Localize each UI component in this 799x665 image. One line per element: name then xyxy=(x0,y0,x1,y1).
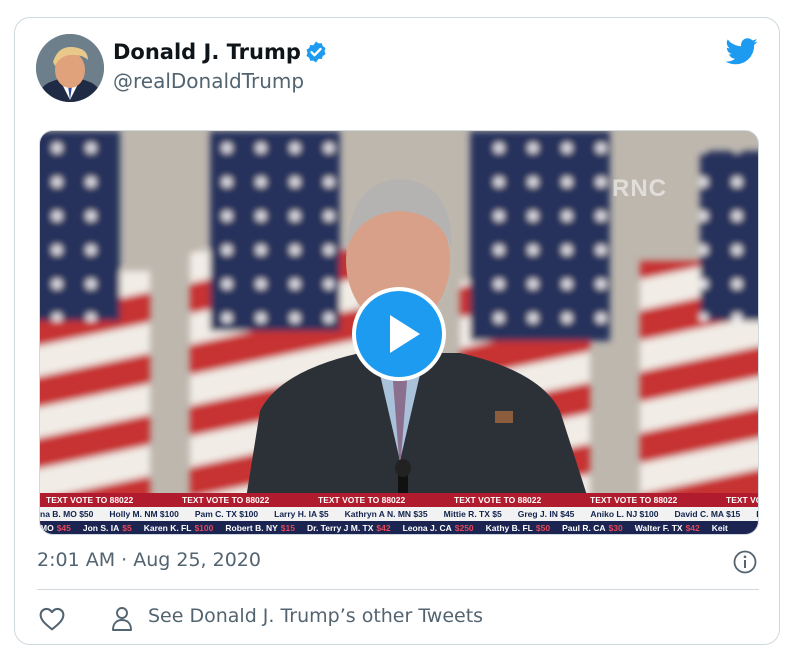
donor-entry: Mittie R. TX $5 xyxy=(443,509,502,519)
donor-amount: $15 xyxy=(280,523,295,533)
donor-name: Jon S. IA xyxy=(82,523,120,533)
donor-amount: $5 xyxy=(122,523,132,533)
donor-entry: Jon S. IA $5 xyxy=(82,521,132,534)
heart-icon[interactable] xyxy=(39,607,65,631)
donor-amount: $45 xyxy=(56,523,71,533)
ticker-banner: TEXT VOTE TO 88022 TEXT VOTE TO 88022 TEXT… xyxy=(40,493,758,507)
display-name[interactable]: Donald J. Trump xyxy=(113,40,301,64)
donor-entry: Paul R. CA $30 xyxy=(562,521,623,534)
avatar-image xyxy=(36,34,104,102)
ticker-donors-row: na B. MO $50 Holly M. NM $100 Pam C. TX $1… xyxy=(40,507,758,521)
donor-entry: Leona J. CA $250 xyxy=(402,521,474,534)
donor-amount: $250 xyxy=(454,523,474,533)
donor-entry: Dr. Terry J M. TX $42 xyxy=(306,521,391,534)
donor-amount: $100 xyxy=(194,523,214,533)
donor-name: Kathy B. FL xyxy=(485,523,533,533)
tweet-card: Donald J. Trump @realDonaldTrump RNC TEX… xyxy=(14,17,780,645)
donor-name: Walter F. TX xyxy=(634,523,683,533)
donor-entry: Walter F. TX $42 xyxy=(634,521,700,534)
donor-amount: $42 xyxy=(376,523,391,533)
donor-entry: Ky xyxy=(756,507,758,521)
person-icon xyxy=(112,607,132,631)
donor-amount: $30 xyxy=(608,523,623,533)
donor-name: Karen K. FL xyxy=(143,523,192,533)
ticker-banner-text: TEXT VOTE TO 88022 xyxy=(182,495,270,505)
donor-name: Leona J. CA xyxy=(402,523,452,533)
donor-amount: $42 xyxy=(685,523,700,533)
video-player[interactable]: RNC TEXT VOTE TO 88022 TEXT VOTE TO 88022… xyxy=(39,130,759,535)
verified-badge-icon xyxy=(306,41,326,63)
ticker-donors-row: MO $45 Jon S. IA $5 Karen K. FL $100 Robert B.… xyxy=(40,521,758,534)
see-other-tweets-link[interactable]: See Donald J. Trump’s other Tweets xyxy=(148,605,483,627)
donor-entry: Holly M. NM $100 xyxy=(109,509,179,519)
ticker-banner-text: TEXT VOTE TO 88022 xyxy=(318,495,406,505)
twitter-bird-icon[interactable] xyxy=(726,38,758,65)
donor-entry: David C. MA $15 xyxy=(674,509,741,519)
donor-entry: Robert B. NY $15 xyxy=(225,521,295,534)
donor-amount: $50 xyxy=(535,523,551,533)
donor-name: MO xyxy=(40,523,54,533)
play-icon[interactable] xyxy=(352,287,446,381)
ticker-banner-text: TEXT VOTE TO 88022 xyxy=(46,495,134,505)
rnc-watermark: RNC xyxy=(612,175,667,202)
ticker-banner-text: TEXT VOTE TO xyxy=(726,495,758,505)
donor-entry: Larry H. IA $5 xyxy=(274,509,329,519)
info-icon[interactable] xyxy=(733,550,757,574)
donor-name: Keit xyxy=(711,523,728,533)
donation-ticker: TEXT VOTE TO 88022 TEXT VOTE TO 88022 TEXT… xyxy=(40,493,758,534)
donor-entry: Karen K. FL $100 xyxy=(143,521,214,534)
donor-name: Robert B. NY xyxy=(225,523,278,533)
ticker-banner-text: TEXT VOTE TO 88022 xyxy=(590,495,678,505)
donor-entry: Kathryn A N. MN $35 xyxy=(344,509,428,519)
donor-entry: MO $45 xyxy=(40,521,71,534)
user-handle[interactable]: @realDonaldTrump xyxy=(113,69,304,93)
donor-entry: Aniko L. NJ $100 xyxy=(590,509,659,519)
avatar[interactable] xyxy=(36,34,104,102)
donor-entry: Pam C. TX $100 xyxy=(194,509,259,519)
donor-entry: Greg J. IN $45 xyxy=(517,509,575,519)
ticker-banner-text: TEXT VOTE TO 88022 xyxy=(454,495,542,505)
donor-name: Dr. Terry J M. TX xyxy=(306,523,374,533)
tweet-timestamp[interactable]: 2:01 AM · Aug 25, 2020 xyxy=(37,549,261,571)
donor-entry: Keit xyxy=(711,521,728,534)
donor-name: Paul R. CA xyxy=(562,523,606,533)
donor-entry: na B. MO $50 xyxy=(40,509,94,519)
donor-entry: Kathy B. FL $50 xyxy=(485,521,551,534)
divider xyxy=(37,589,759,590)
